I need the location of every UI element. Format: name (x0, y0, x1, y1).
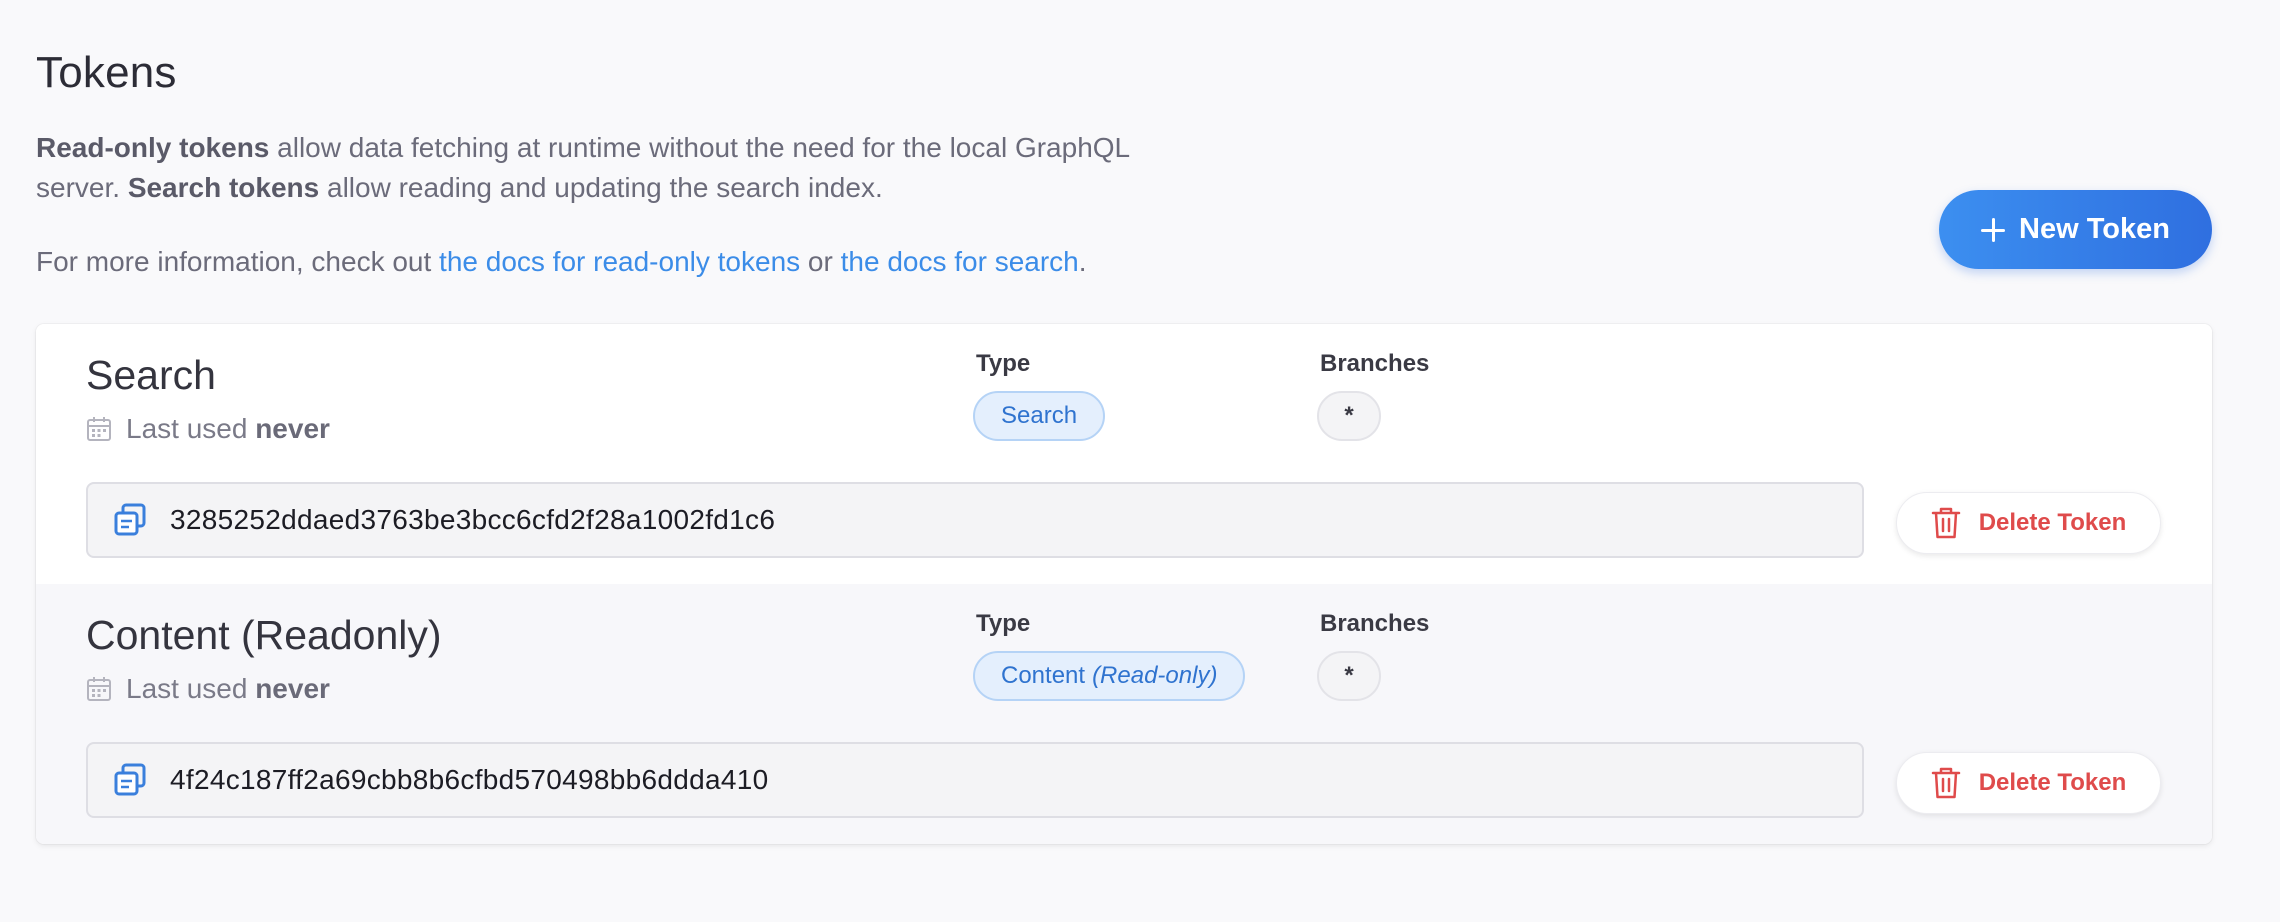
more-info-text: For more information, check out the docs… (36, 242, 1087, 282)
last-used-prefix: Last used (126, 413, 256, 444)
branches-heading: Branches (1320, 350, 1430, 377)
readonly-docs-link[interactable]: the docs for read-only tokens (439, 246, 800, 277)
last-used-text: Last used never (126, 673, 330, 705)
more-info-suffix: . (1078, 246, 1087, 277)
delete-token-label: Delete Token (1978, 769, 2127, 796)
token-type-badge: Search (973, 391, 1106, 441)
token-value-field[interactable]: 4f24c187ff2a69cbb8b6cfbd570498bb6ddda410 (86, 742, 1864, 818)
copy-icon[interactable] (112, 502, 148, 538)
branch-badge: * (1317, 391, 1381, 441)
new-token-button[interactable]: New Token (1939, 190, 2212, 269)
last-used-text: Last used never (126, 413, 330, 445)
page-title: Tokens (36, 48, 177, 97)
search-tokens-term: Search tokens (127, 172, 320, 203)
last-used-value: never (255, 673, 330, 704)
trash-icon (1931, 507, 1960, 539)
calendar-icon (87, 417, 111, 441)
token-value-field[interactable]: 3285252ddaed3763be3bcc6cfd2f28a1002fd1c6 (86, 482, 1864, 558)
branches-heading: Branches (1320, 610, 1430, 637)
branch-badge: * (1317, 651, 1381, 701)
token-name: Search (86, 352, 216, 398)
tokens-list: Search Last used never Type Branches Sea… (36, 324, 2212, 844)
trash-icon (1931, 767, 1960, 799)
tokens-description: Read-only tokens allow data fetching at … (36, 128, 1176, 208)
description-text-2: allow reading and updating the search in… (319, 172, 883, 203)
delete-token-button[interactable]: Delete Token (1896, 752, 2161, 814)
delete-token-button[interactable]: Delete Token (1896, 492, 2161, 554)
calendar-icon (87, 677, 111, 701)
readonly-tokens-term: Read-only tokens (36, 132, 270, 163)
token-value: 3285252ddaed3763be3bcc6cfd2f28a1002fd1c6 (170, 504, 776, 535)
new-token-label: New Token (2019, 213, 2170, 245)
last-used-value: never (255, 413, 330, 444)
more-info-or: or (800, 246, 841, 277)
type-suffix: (Read-only) (1092, 662, 1218, 689)
search-docs-link[interactable]: the docs for search (841, 246, 1079, 277)
copy-icon[interactable] (112, 762, 148, 798)
more-info-prefix: For more information, check out (36, 246, 440, 277)
token-row: Content (Readonly) Last used never Type … (36, 584, 2212, 844)
type-heading: Type (976, 350, 1031, 377)
last-used: Last used never (86, 673, 330, 705)
last-used: Last used never (86, 413, 330, 445)
type-label: Search (1001, 402, 1078, 429)
token-row: Search Last used never Type Branches Sea… (36, 324, 2212, 584)
type-label: Content (1001, 662, 1086, 689)
token-name: Content (Readonly) (86, 612, 442, 658)
token-type-badge: Content (Read-only) (973, 651, 1246, 701)
token-value: 4f24c187ff2a69cbb8b6cfbd570498bb6ddda410 (170, 764, 769, 795)
plus-icon (1981, 217, 2006, 242)
type-heading: Type (976, 610, 1031, 637)
last-used-prefix: Last used (126, 673, 256, 704)
tokens-page: Tokens Read-only tokens allow data fetch… (0, 0, 2280, 922)
delete-token-label: Delete Token (1978, 509, 2127, 536)
